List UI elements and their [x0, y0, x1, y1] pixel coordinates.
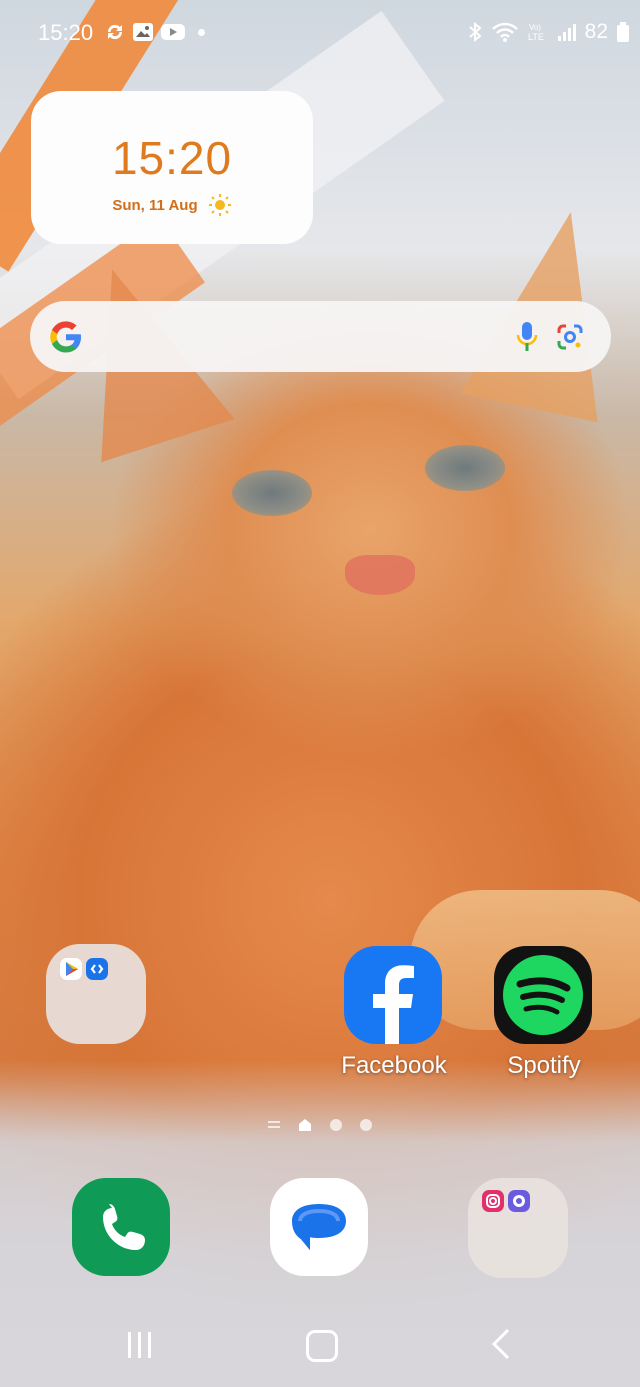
page-dot: [330, 1119, 342, 1131]
galaxy-store-icon: [508, 1190, 530, 1212]
spotify-label: Spotify: [507, 1052, 581, 1079]
app-folder[interactable]: [46, 944, 146, 1052]
home-button[interactable]: [306, 1330, 338, 1362]
facebook-label: Facebook: [341, 1052, 447, 1079]
app-facebook[interactable]: Facebook: [341, 946, 447, 1080]
folder-icon: [46, 944, 146, 1044]
dock-phone[interactable]: [72, 1178, 170, 1276]
back-button[interactable]: [490, 1328, 512, 1360]
status-bar: 15:20 Vo) LTE 82: [0, 0, 640, 68]
shazam-icon: [86, 958, 108, 980]
messages-icon: [270, 1178, 368, 1276]
navigation-bar: [0, 1300, 640, 1387]
lens-icon[interactable]: [556, 323, 584, 351]
facebook-icon: [344, 946, 442, 1044]
clock-widget[interactable]: 15:20 Sun, 11 Aug: [31, 91, 313, 244]
sun-icon: [208, 194, 231, 216]
page-dot: [360, 1119, 372, 1131]
instagram-icon: [482, 1190, 504, 1212]
spotify-icon: [494, 946, 592, 1044]
volte-icon: Vo) LTE: [528, 23, 544, 42]
status-time: 15:20: [38, 20, 94, 45]
notification-dot: [198, 28, 205, 36]
signal-icon: [557, 24, 576, 41]
bluetooth-icon: [468, 21, 482, 43]
widget-date: Sun, 11 Aug: [112, 196, 198, 214]
play-store-icon: [60, 958, 82, 980]
recents-button[interactable]: [128, 1332, 151, 1358]
page-indicator[interactable]: [268, 1118, 372, 1132]
folder-icon: [468, 1178, 568, 1278]
home-page-icon: [299, 1119, 311, 1131]
list-pages-icon: [268, 1121, 280, 1128]
battery-text: 82: [584, 20, 608, 43]
dock-folder[interactable]: [468, 1178, 568, 1278]
widget-time: 15:20: [111, 132, 233, 184]
gallery-icon: [133, 23, 153, 41]
phone-icon: [72, 1178, 170, 1276]
svg-text:LTE: LTE: [528, 32, 544, 42]
mic-icon[interactable]: [515, 321, 539, 353]
battery-icon: [617, 22, 629, 42]
youtube-icon: [161, 24, 185, 40]
sync-icon: [107, 24, 123, 40]
svg-text:Vo): Vo): [529, 23, 541, 32]
google-search-bar[interactable]: [30, 301, 611, 372]
dock-messages[interactable]: [270, 1178, 368, 1276]
wifi-icon: [491, 22, 518, 42]
app-spotify[interactable]: Spotify: [494, 946, 594, 1080]
google-icon: [50, 321, 81, 353]
